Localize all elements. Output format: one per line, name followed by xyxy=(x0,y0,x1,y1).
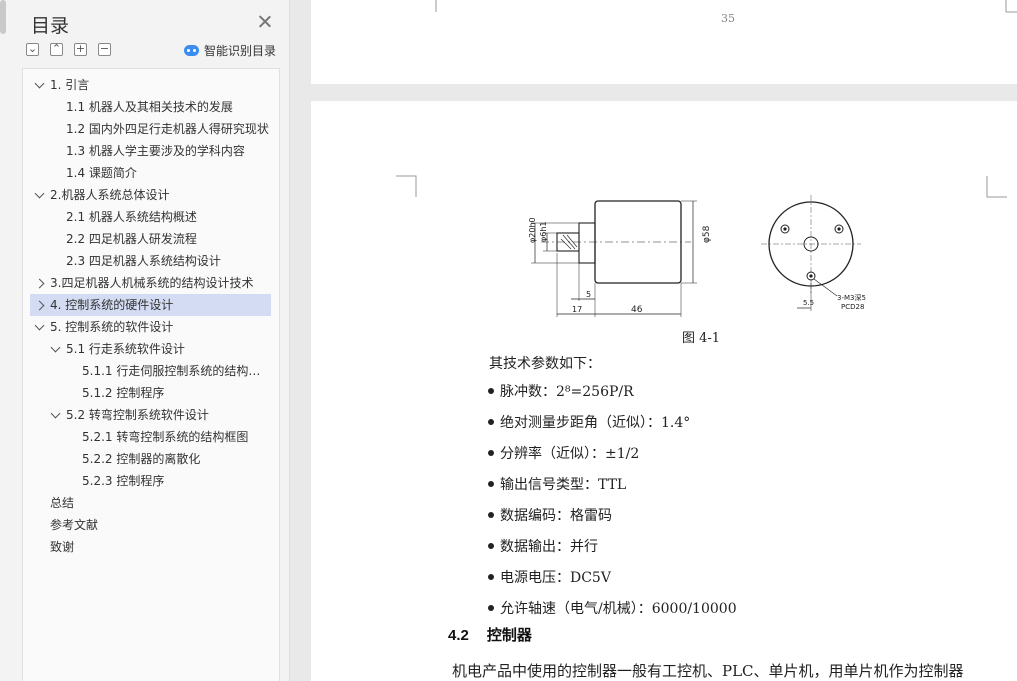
section-heading: 4.2 控制器 xyxy=(448,624,532,645)
chevron-down-icon: ⌄ xyxy=(27,42,38,55)
expand-up-button[interactable]: ⌃ xyxy=(50,42,63,56)
dim-d6-label: φ6h1 xyxy=(539,221,548,242)
previous-page: 35 xyxy=(311,0,1017,84)
page-margin-marks xyxy=(435,0,1017,13)
holes-label: 3-M3深5 xyxy=(837,293,866,302)
encoder-drawing: φ20h0 φ6h1 φ58 5 17 46 5.5 3-M3深5 PCD28 xyxy=(528,195,866,317)
bullet-icon xyxy=(488,574,494,580)
toc-item[interactable]: 5.1 行走系统软件设计 xyxy=(66,338,271,360)
spec-bullet-item: 数据输出：并行 xyxy=(488,536,598,556)
body-paragraph: 机电产品中使用的控制器一般有工控机、PLC、单片机，用单片机作为控制器 xyxy=(452,662,964,680)
spec-bullet-item: 分辨率（近似）：±1/2 xyxy=(488,443,639,463)
close-icon[interactable] xyxy=(257,14,273,30)
toc-item[interactable]: 致谢 xyxy=(50,536,271,558)
section-title: 控制器 xyxy=(486,627,532,644)
toc-item[interactable]: 5. 控制系统的软件设计 xyxy=(50,316,271,338)
page-number: 35 xyxy=(721,12,735,25)
toc-item[interactable]: 1.1 机器人及其相关技术的发展 xyxy=(66,96,271,118)
spec-text: 输出信号类型：TTL xyxy=(500,477,627,493)
spec-text: 绝对测量步距角（近似）：1.4° xyxy=(500,415,691,431)
document-canvas[interactable]: 35 φ20h0 φ6h1 φ58 5 17 46 5.5 3-M3深5 PCD… xyxy=(291,0,1017,681)
smart-toc-button[interactable]: 智能识别目录 xyxy=(184,41,276,59)
bullet-icon xyxy=(488,605,494,611)
bullet-icon xyxy=(488,450,494,456)
sidebar-title: 目录 xyxy=(31,15,70,37)
spec-text: 分辨率（近似）：±1/2 xyxy=(500,446,640,462)
spec-bullet-item: 电源电压：DC5V xyxy=(488,567,611,587)
toc-item[interactable]: 1. 引言 xyxy=(50,74,271,96)
spec-text: 脉冲数：2⁸=256P/R xyxy=(500,384,634,400)
section-number: 4.2 xyxy=(448,627,469,644)
pcd-label: PCD28 xyxy=(841,303,864,311)
dim-d58-label: φ58 xyxy=(702,225,712,243)
bullet-icon xyxy=(488,512,494,518)
toc-item[interactable]: 5.2 转弯控制系统软件设计 xyxy=(66,404,271,426)
toc-item[interactable]: 5.2.2 控制器的离散化 xyxy=(82,448,271,470)
dim-46-label: 46 xyxy=(631,305,643,315)
toc-item[interactable]: 2.3 四足机器人系统结构设计 xyxy=(66,250,271,272)
spec-bullet-item: 绝对测量步距角（近似）：1.4° xyxy=(488,412,690,432)
toc-item[interactable]: 3.四足机器人机械系统的结构设计技术 xyxy=(50,272,271,294)
cloud-ai-icon xyxy=(184,44,199,56)
bullet-icon xyxy=(488,543,494,549)
dim-d20-label: φ20h0 xyxy=(528,217,537,243)
bullet-icon xyxy=(488,419,494,425)
toc-item[interactable]: 1.3 机器人学主要涉及的学科内容 xyxy=(66,140,271,162)
toc-item[interactable]: 2.1 机器人系统结构概述 xyxy=(66,206,271,228)
spec-bullet-item: 脉冲数：2⁸=256P/R xyxy=(488,381,634,401)
page-corner-marks xyxy=(396,175,1007,198)
dim-17-label: 17 xyxy=(572,305,582,314)
toc-item[interactable]: 2.2 四足机器人研发流程 xyxy=(66,228,271,250)
toc-sidebar: 目录 ⌄ ⌃ + − 智能识别目录 1. 引言 1.1 机器人及其相关技术的发展 1… xyxy=(0,0,290,681)
bullet-icon xyxy=(488,481,494,487)
spec-bullet-item: 数据编码：格雷码 xyxy=(488,505,612,525)
spec-bullet-item: 输出信号类型：TTL xyxy=(488,474,626,494)
dim-55-label: 5.5 xyxy=(803,299,814,307)
toc-item[interactable]: 参考文献 xyxy=(50,514,271,536)
chevron-up-icon: ⌃ xyxy=(51,42,62,55)
toc-item[interactable]: 5.1.1 行走伺服控制系统的结构框图 xyxy=(82,360,271,382)
spec-bullet-item: 允许轴速（电气/机械）：6000/10000 xyxy=(488,598,737,618)
toc-item[interactable]: 4. 控制系统的硬件设计 xyxy=(50,294,271,316)
toc-item[interactable]: 2.机器人系统总体设计 xyxy=(50,184,271,206)
spec-text: 数据输出：并行 xyxy=(500,539,598,555)
toc-item[interactable]: 1.4 课题简介 xyxy=(66,162,271,184)
spec-text: 允许轴速（电气/机械）：6000/10000 xyxy=(500,601,737,617)
bullet-icon xyxy=(488,388,494,394)
add-heading-button[interactable]: + xyxy=(74,42,87,56)
toc-item[interactable]: 1.2 国内外四足行走机器人得研究现状 xyxy=(66,118,271,140)
toc-item[interactable]: 总结 xyxy=(50,492,271,514)
minus-icon: − xyxy=(99,42,110,55)
spec-text: 电源电压：DC5V xyxy=(500,570,611,586)
remove-heading-button[interactable]: − xyxy=(98,42,111,56)
smart-toc-label: 智能识别目录 xyxy=(204,43,277,58)
toc-item[interactable]: 5.2.3 控制程序 xyxy=(82,470,271,492)
spec-text: 数据编码：格雷码 xyxy=(500,508,612,524)
toc-item[interactable]: 5.1.2 控制程序 xyxy=(82,382,271,404)
sidebar-scrollbar[interactable] xyxy=(0,0,6,34)
toc-item[interactable]: 5.2.1 转弯控制系统的结构框图 xyxy=(82,426,271,448)
current-page: φ20h0 φ6h1 φ58 5 17 46 5.5 3-M3深5 PCD28 … xyxy=(311,101,1017,681)
figure-caption: 图 4-1 xyxy=(682,331,721,346)
dim-5-label: 5 xyxy=(586,290,591,299)
collapse-all-button[interactable]: ⌄ xyxy=(26,42,39,56)
spec-intro: 其技术参数如下： xyxy=(489,356,601,372)
plus-icon: + xyxy=(75,42,86,55)
